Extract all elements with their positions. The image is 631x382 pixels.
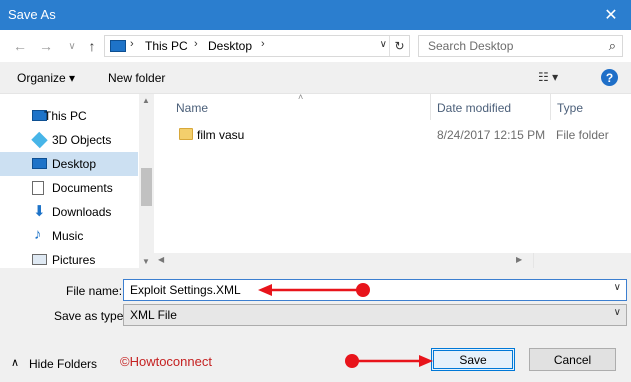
sidebar-item-desktop[interactable]: Desktop — [0, 152, 138, 176]
column-headers: ˄ Name Date modified Type — [154, 92, 631, 120]
forward-arrow-icon[interactable]: → — [36, 36, 56, 56]
scrollbar-thumb[interactable] — [141, 168, 152, 206]
save-form: File name: Exploit Settings.XML ∨ Save a… — [0, 268, 631, 382]
save-as-type-select[interactable]: XML File ∨ — [123, 304, 627, 326]
sidebar-item-label: Downloads — [52, 205, 112, 219]
folder-icon — [179, 128, 193, 140]
computer-icon — [110, 40, 126, 52]
file-name-value: Exploit Settings.XML — [130, 283, 241, 297]
scroll-right-icon[interactable]: ▶ — [516, 255, 522, 264]
file-name-label: File name: — [66, 284, 123, 298]
refresh-icon[interactable]: ↻ — [389, 36, 409, 56]
breadcrumb-this-pc[interactable]: This PC — [145, 39, 188, 53]
file-list: ˄ Name Date modified Type film vasu 8/24… — [154, 92, 631, 268]
breadcrumb-chevron-icon[interactable]: › — [130, 38, 134, 50]
sidebar-item-label: Documents — [52, 181, 113, 195]
breadcrumb-desktop[interactable]: Desktop — [208, 39, 252, 53]
breadcrumb-chevron-icon[interactable]: › — [261, 38, 265, 50]
document-icon — [32, 181, 44, 195]
sidebar-item-this-pc[interactable]: This PC — [0, 104, 138, 128]
horizontal-scrollbar[interactable]: ◀ ▶ — [154, 253, 631, 268]
save-as-type-value: XML File — [130, 308, 177, 322]
window-title: Save As — [8, 7, 56, 22]
file-name: film vasu — [197, 128, 245, 142]
file-type: File folder — [556, 128, 609, 142]
picture-icon — [32, 254, 47, 265]
cancel-button[interactable]: Cancel — [529, 348, 616, 371]
navigation-pane: This PC 3D Objects Desktop Documents ⬇ D… — [0, 94, 154, 268]
navigation-bar: ← → ∨ ↑ This PC › › Desktop › ∨ ↻ Search… — [0, 30, 631, 62]
scroll-left-icon[interactable]: ◀ — [158, 255, 164, 264]
up-arrow-icon[interactable]: ↑ — [82, 36, 102, 56]
column-separator[interactable] — [430, 94, 431, 120]
file-date: 8/24/2017 12:15 PM — [437, 128, 546, 142]
address-dropdown-icon[interactable]: ∨ — [380, 39, 387, 50]
help-icon[interactable]: ? — [601, 69, 618, 86]
file-name-field[interactable]: Exploit Settings.XML ∨ — [123, 279, 627, 301]
scroll-down-icon[interactable]: ▼ — [142, 257, 150, 266]
save-button[interactable]: Save — [431, 348, 515, 371]
sidebar-item-music[interactable]: ♪ Music — [0, 224, 138, 248]
view-options-icon[interactable]: ☷ ▾ — [538, 70, 558, 84]
column-header-type[interactable]: Type — [557, 101, 583, 115]
sidebar-item-label: 3D Objects — [52, 133, 112, 147]
sidebar-item-label: Pictures — [52, 253, 96, 267]
download-icon: ⬇ — [33, 203, 46, 220]
music-icon: ♪ — [34, 226, 42, 243]
back-arrow-icon[interactable]: ← — [10, 36, 30, 56]
title-bar: Save As ✕ — [0, 0, 631, 30]
scroll-up-icon[interactable]: ▲ — [142, 96, 150, 105]
command-bar: Organize ▾ New folder ☷ ▾ ? — [0, 62, 631, 94]
organize-button[interactable]: Organize ▾ — [17, 71, 75, 85]
cube-icon — [31, 131, 48, 149]
hide-folders-label: Hide Folders — [29, 357, 98, 371]
sidebar-item-label: Music — [52, 229, 84, 243]
breadcrumb-chevron-icon[interactable]: › — [194, 38, 198, 50]
close-button[interactable]: ✕ — [591, 0, 631, 30]
recent-locations-chevron-icon[interactable]: ∨ — [62, 36, 82, 56]
desktop-icon — [32, 158, 47, 169]
chevron-down-icon[interactable]: ∨ — [614, 282, 621, 293]
new-folder-button[interactable]: New folder — [108, 71, 165, 85]
scrollbar-corner — [533, 253, 631, 268]
sidebar-item-label: Desktop — [52, 157, 97, 171]
chevron-down-icon[interactable]: ∨ — [614, 307, 621, 318]
sidebar-item-documents[interactable]: Documents — [0, 176, 138, 200]
search-placeholder: Search Desktop — [428, 39, 514, 53]
search-icon[interactable]: ⌕ — [609, 38, 616, 54]
watermark-text: ©Howtoconnect — [120, 354, 212, 369]
sidebar-item-label: This PC — [44, 109, 87, 123]
address-bar[interactable]: This PC › › Desktop › ∨ ↻ — [104, 35, 410, 57]
search-input[interactable]: Search Desktop ⌕ — [418, 35, 623, 57]
column-header-date-modified[interactable]: Date modified — [437, 101, 511, 115]
chevron-up-icon: ∧ — [11, 357, 20, 369]
sidebar-item-pictures[interactable]: Pictures — [0, 248, 138, 268]
column-separator[interactable] — [550, 94, 551, 120]
column-header-name[interactable]: Name — [176, 101, 208, 115]
save-as-type-label: Save as type: — [54, 309, 127, 323]
list-item[interactable]: film vasu 8/24/2017 12:15 PM File folder — [154, 124, 631, 146]
sort-ascending-icon: ˄ — [298, 92, 304, 102]
sidebar-item-downloads[interactable]: ⬇ Downloads — [0, 200, 138, 224]
navigation-scrollbar[interactable]: ▲ ▼ — [139, 94, 154, 268]
sidebar-item-3d-objects[interactable]: 3D Objects — [0, 128, 138, 152]
